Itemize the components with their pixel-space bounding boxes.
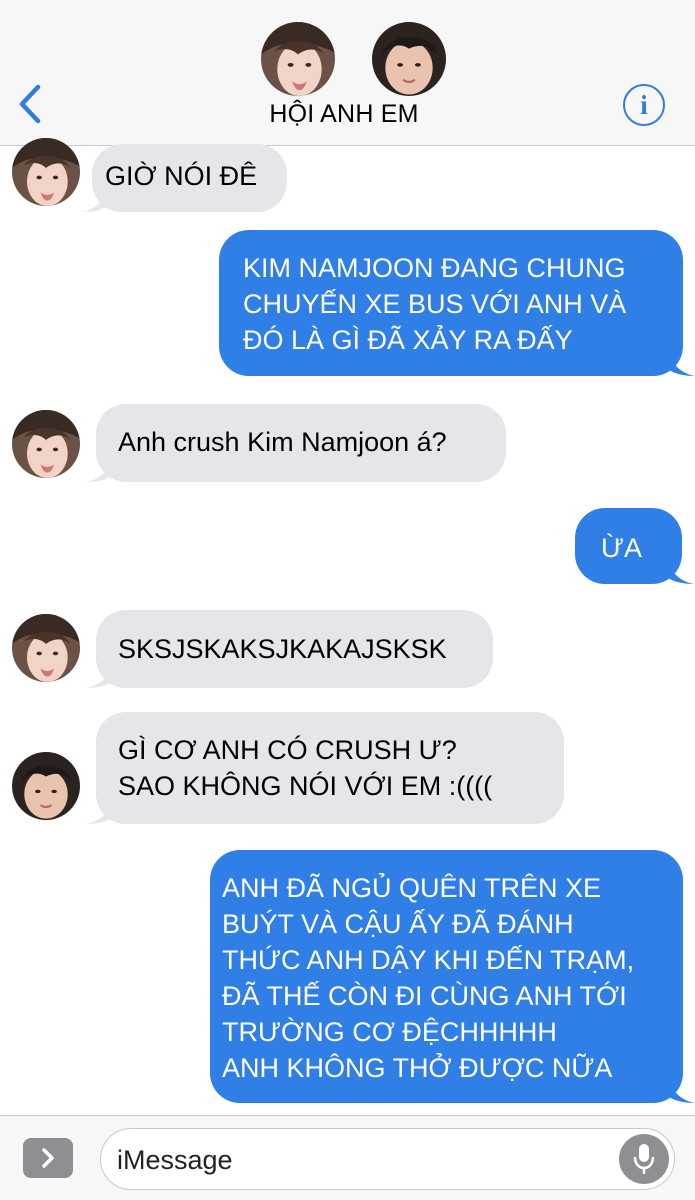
microphone-button[interactable] xyxy=(619,1134,669,1184)
sender-avatar[interactable] xyxy=(12,614,80,682)
message-bubble-outgoing[interactable]: ANH ĐÃ NGỦ QUÊN TRÊN XE BUÝT VÀ CẬU ẤY Đ… xyxy=(210,850,695,1103)
message-text: SKSJSKAKSJKAKAJSKSK xyxy=(118,634,447,664)
sender-avatar[interactable] xyxy=(12,752,80,820)
message-bubble-outgoing[interactable]: KIM NAMJOON ĐANG CHUNG CHUYẾN XE BUS VỚI… xyxy=(219,230,695,376)
avatar-image xyxy=(261,22,335,96)
group-title[interactable]: HỘI ANH EM xyxy=(0,100,688,129)
conversation-header: HỘI ANH EM i xyxy=(0,0,695,146)
avatar-image xyxy=(12,614,80,682)
bubble-body: GIỜ NÓI ĐÊ xyxy=(92,144,287,212)
avatar-image xyxy=(12,410,80,478)
apps-button[interactable] xyxy=(23,1138,73,1178)
message-bubble-incoming[interactable]: GIỜ NÓI ĐÊ xyxy=(82,144,287,212)
message-text: ỪA xyxy=(601,533,643,563)
info-button[interactable]: i xyxy=(623,84,665,126)
chevron-right-icon xyxy=(42,1148,54,1168)
message-input-bar xyxy=(0,1115,695,1200)
message-text: ANH ĐÃ NGỦ QUÊN TRÊN XE BUÝT VÀ CẬU ẤY Đ… xyxy=(222,873,635,1083)
group-member-avatar[interactable] xyxy=(261,22,335,96)
message-bubble-incoming[interactable]: SKSJSKAKSJKAKAJSKSK xyxy=(86,610,493,688)
message-text: KIM NAMJOON ĐANG CHUNG CHUYẾN XE BUS VỚI… xyxy=(243,253,627,355)
sender-avatar[interactable] xyxy=(12,138,80,206)
microphone-icon xyxy=(633,1144,655,1174)
message-input[interactable] xyxy=(117,1141,597,1179)
avatar-image xyxy=(12,138,80,206)
message-bubble-outgoing[interactable]: ỪA xyxy=(575,508,694,584)
bubble-body: Anh crush Kim Namjoon á? xyxy=(96,404,506,482)
bubble-body: GÌ CƠ ANH CÓ CRUSH Ư? SAO KHÔNG NÓI VỚI … xyxy=(96,712,564,824)
avatar-image xyxy=(372,22,446,96)
bubble-body: ỪA xyxy=(575,508,682,584)
avatar-image xyxy=(12,752,80,820)
bubble-body: ANH ĐÃ NGỦ QUÊN TRÊN XE BUÝT VÀ CẬU ẤY Đ… xyxy=(210,850,683,1103)
message-text: Anh crush Kim Namjoon á? xyxy=(118,427,447,457)
bubble-body: KIM NAMJOON ĐANG CHUNG CHUYẾN XE BUS VỚI… xyxy=(219,230,683,376)
message-bubble-incoming[interactable]: Anh crush Kim Namjoon á? xyxy=(86,404,506,482)
group-member-avatar[interactable] xyxy=(372,22,446,96)
message-text: GÌ CƠ ANH CÓ CRUSH Ư? SAO KHÔNG NÓI VỚI … xyxy=(118,735,493,801)
message-bubble-incoming[interactable]: GÌ CƠ ANH CÓ CRUSH Ư? SAO KHÔNG NÓI VỚI … xyxy=(86,712,564,824)
bubble-body: SKSJSKAKSJKAKAJSKSK xyxy=(96,610,493,688)
message-text: GIỜ NÓI ĐÊ xyxy=(105,161,258,191)
info-icon: i xyxy=(640,89,648,120)
sender-avatar[interactable] xyxy=(12,410,80,478)
message-field[interactable] xyxy=(100,1128,675,1190)
